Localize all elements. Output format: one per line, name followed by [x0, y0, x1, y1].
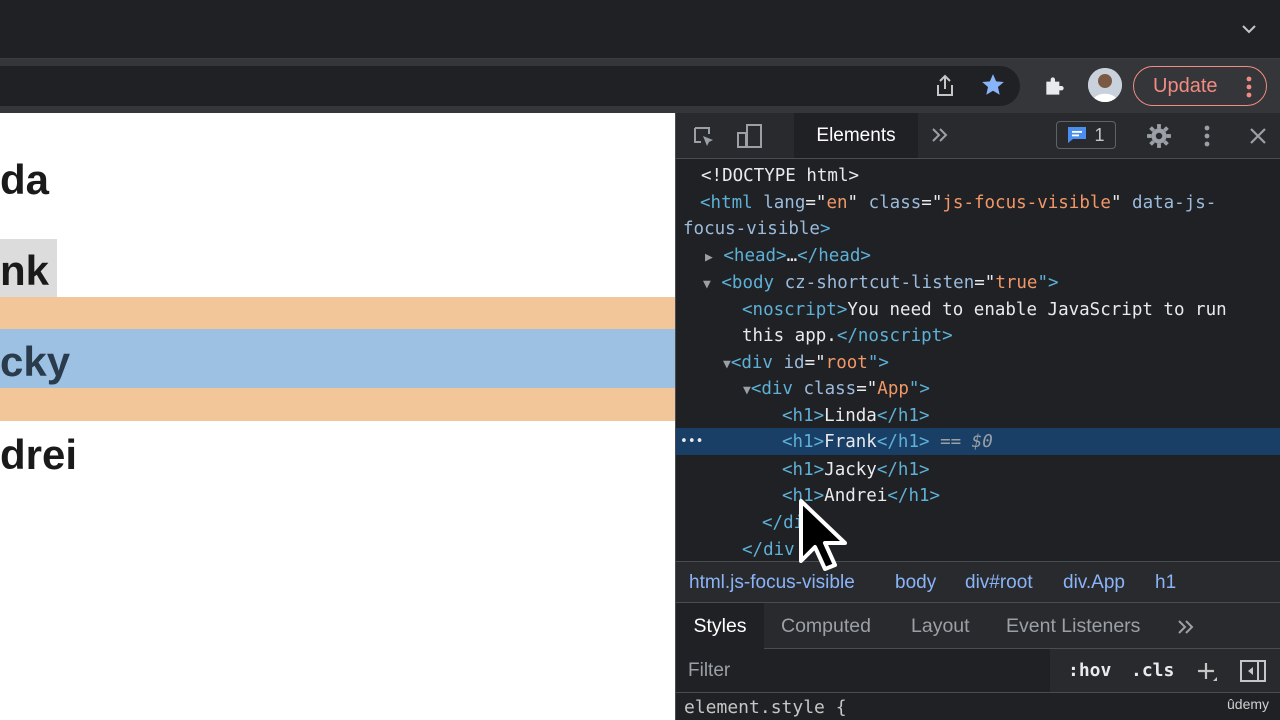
dom-line-div-root[interactable]: ▼<div id="root"> [723, 350, 889, 379]
styles-filter-bar: Filter :hov .cls [676, 649, 1280, 693]
devtools-toolbar: Elements 1 [676, 113, 1280, 159]
dom-line-html[interactable]: <html lang="en" class="js-focus-visible"… [700, 190, 1216, 217]
crumb-html[interactable]: html.js-focus-visible [689, 572, 855, 594]
dom-line-noscript[interactable]: <noscript>You need to enable JavaScript … [742, 297, 1227, 324]
extensions-puzzle-icon[interactable] [1042, 73, 1068, 99]
page-viewport: da nk cky drei [0, 113, 675, 720]
update-label: Update [1153, 74, 1218, 97]
dom-line-html-cont[interactable]: focus-visible> [683, 216, 831, 243]
row-actions-ellipsis[interactable]: ••• [680, 429, 703, 456]
dom-line-noscript-cont[interactable]: this app.</noscript> [742, 323, 953, 350]
breadcrumb: html.js-focus-visible body div#root div.… [676, 561, 1280, 603]
more-tabs-icon[interactable] [932, 128, 948, 142]
tab-layout[interactable]: Layout [911, 615, 970, 638]
update-button[interactable]: Update [1133, 66, 1267, 106]
device-toolbar-icon[interactable] [736, 123, 764, 149]
dom-line-h1-jacky[interactable]: <h1>Jacky</h1> [782, 457, 930, 484]
share-icon[interactable] [932, 73, 958, 99]
hov-toggle[interactable]: :hov [1068, 660, 1111, 681]
issues-badge[interactable]: 1 [1056, 121, 1116, 149]
expand-triangle-icon[interactable]: ▶ [705, 250, 713, 265]
styles-sub-tabs: Styles Computed Layout Event Listeners [676, 603, 1280, 649]
gear-icon[interactable] [1146, 123, 1172, 149]
collapse-triangle-icon[interactable]: ▼ [703, 277, 711, 292]
selected-marker: == $0 [940, 432, 993, 452]
dom-line-body[interactable]: ▼ <body cz-shortcut-listen="true"> [703, 270, 1059, 299]
collapse-triangle-icon[interactable]: ▼ [723, 357, 731, 372]
element-style-rule[interactable]: element.style { [684, 697, 847, 718]
content-overlay [0, 329, 675, 388]
browser-toolbar: Update [0, 58, 1280, 113]
dom-line-doctype[interactable]: <!DOCTYPE html> [701, 163, 859, 190]
tab-event-listeners[interactable]: Event Listeners [1006, 615, 1140, 638]
tab-elements[interactable]: Elements [794, 113, 918, 158]
devtools-panel: Elements 1 <!DOCTYPE html> <html lang="e… [675, 113, 1280, 720]
heading-jacky: cky [0, 338, 71, 385]
toggle-sidebar-icon[interactable] [1240, 660, 1266, 682]
add-style-rule-icon[interactable] [1196, 661, 1218, 683]
dom-tree: <!DOCTYPE html> <html lang="en" class="j… [676, 159, 1280, 561]
heading-andrei: drei [0, 431, 78, 478]
address-bar[interactable] [0, 66, 1020, 106]
filter-input[interactable]: Filter [676, 649, 1050, 692]
margin-overlay-top [0, 297, 675, 329]
collapse-triangle-icon[interactable]: ▼ [743, 383, 751, 398]
mouse-cursor-icon [799, 499, 847, 571]
inspect-element-icon[interactable] [692, 125, 716, 149]
dom-line-h1-frank[interactable]: <h1>Frank</h1> == $0 [782, 429, 993, 456]
dom-line-div-app[interactable]: ▼<div class="App"> [743, 376, 930, 405]
tab-strip [0, 0, 1280, 58]
dom-line-h1-linda[interactable]: <h1>Linda</h1> [782, 403, 930, 430]
heading-linda: da [0, 156, 50, 203]
crumb-body[interactable]: body [895, 572, 936, 594]
close-icon[interactable] [1249, 127, 1267, 145]
watermark: ûdemy [1227, 696, 1270, 712]
more-vert-icon[interactable] [1246, 76, 1252, 98]
cls-toggle[interactable]: .cls [1131, 660, 1174, 681]
issues-count: 1 [1094, 124, 1105, 145]
margin-overlay-bottom [0, 388, 675, 421]
message-icon [1068, 127, 1087, 143]
kebab-menu-icon[interactable] [1204, 124, 1210, 148]
bookmark-star-icon[interactable] [980, 72, 1006, 98]
dom-line-head[interactable]: ▶ <head>…</head> [705, 243, 871, 272]
tab-styles[interactable]: Styles [676, 603, 764, 649]
heading-frank: nk [0, 247, 50, 294]
chevron-down-icon[interactable] [1240, 20, 1258, 38]
avatar[interactable] [1088, 68, 1122, 102]
more-tabs-icon[interactable] [1178, 620, 1194, 634]
crumb-div-app[interactable]: div.App [1063, 572, 1125, 594]
tab-computed[interactable]: Computed [781, 615, 871, 638]
crumb-h1[interactable]: h1 [1155, 572, 1176, 594]
dom-line-div-close-2[interactable]: </div [742, 537, 795, 561]
crumb-div-root[interactable]: div#root [965, 572, 1033, 594]
